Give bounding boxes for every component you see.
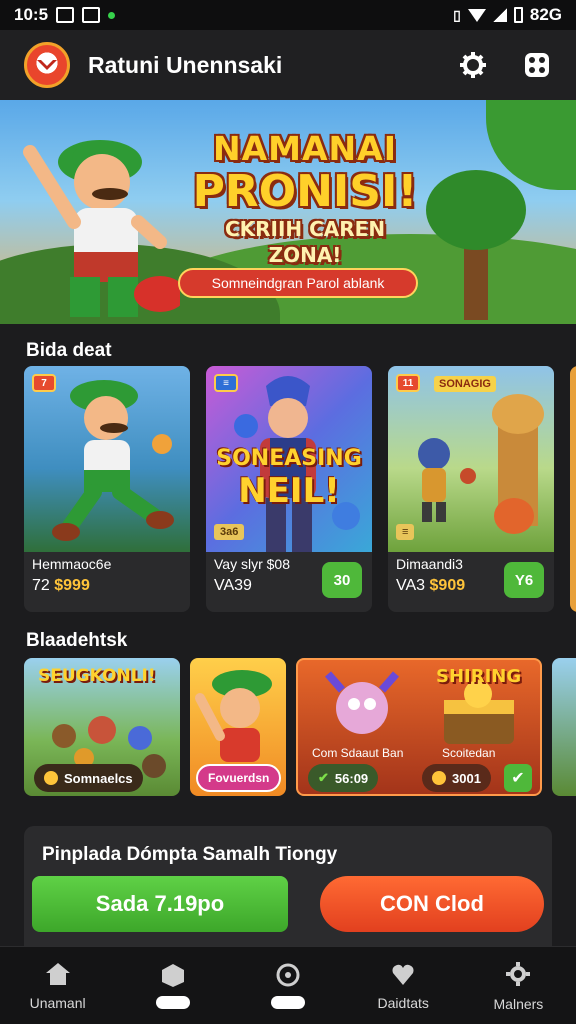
bundle-title: SEUGKONLI! xyxy=(38,666,156,686)
gamepad-icon[interactable] xyxy=(522,50,552,80)
hero-line-2: PRONISI! xyxy=(192,166,418,217)
deal-banner-line-2: NEIL! xyxy=(238,471,340,511)
app-icon xyxy=(82,7,101,23)
bundles-carousel[interactable]: SEUGKONLI! Somnaelcs Fovuerdsn SHIRING C… xyxy=(24,658,576,798)
deal-price: VA39 xyxy=(214,577,252,594)
vibrate-icon: ▯ xyxy=(453,6,461,23)
bundles-section-title: Blaadehtsk xyxy=(26,630,128,651)
deal-price: 72 $999 xyxy=(32,577,90,594)
hero-character-illustration xyxy=(52,380,174,541)
bundle-chip: 3001 xyxy=(422,764,491,792)
status-bar: 10:5 ▯ 82G xyxy=(0,0,576,30)
deals-section-title: Bida deat xyxy=(26,340,112,361)
hero-mascot-illustration xyxy=(23,140,180,317)
deal-badge: 3a6 xyxy=(214,524,245,540)
promo-secondary-button[interactable]: CON Clod xyxy=(320,876,544,932)
deal-banner: SONEASING NEIL! xyxy=(212,446,366,510)
deal-corner-label: SONAGIG xyxy=(434,376,496,392)
bundle-chip: Fovuerdsn xyxy=(196,764,282,792)
gear-icon xyxy=(506,961,531,986)
bundle-check-button[interactable]: ✔ xyxy=(504,764,532,792)
deal-tag: 11 xyxy=(396,374,420,392)
tab-label: Daidtats xyxy=(377,994,429,1011)
tab-explore[interactable] xyxy=(230,947,345,1024)
app-logo[interactable] xyxy=(24,42,70,88)
deal-card[interactable]: ≡ SONEASING NEIL! 3a6 Vay slyr $08 VA39 … xyxy=(206,366,372,612)
home-icon xyxy=(45,962,70,985)
bundle-card[interactable]: SHIRING Com Sdaaut Ban Scoitedan ✔ 56:09… xyxy=(296,658,542,796)
hero-line-1: NAMANAI xyxy=(213,129,397,168)
deal-price: VA3 $909 xyxy=(396,577,466,594)
deal-badge: ≡ xyxy=(396,524,415,540)
coin-icon xyxy=(432,771,446,785)
deal-tag: ≡ xyxy=(214,374,238,392)
bundle-chip: ✔ 56:09 xyxy=(308,764,379,792)
tab-settings[interactable]: Malners xyxy=(461,947,576,1024)
notification-dot-icon xyxy=(108,11,116,19)
deal-art: 7 xyxy=(24,366,190,552)
promo-panel: Pinplada Dómpta Samalh Tiongy Sada 7.19p… xyxy=(24,826,552,950)
deal-card[interactable]: 7 Hemmaoc6e 72 $999 xyxy=(24,366,190,612)
battery-icon xyxy=(513,7,523,23)
app-bar: Ratuni Unennsaki xyxy=(0,30,576,100)
compass-icon xyxy=(276,963,300,987)
bundle-card-peek[interactable] xyxy=(552,658,576,796)
promo-title: Pinplada Dómpta Samalh Tiongy xyxy=(42,844,338,865)
status-network: 82G xyxy=(529,5,562,24)
deal-card-peek[interactable] xyxy=(570,366,576,612)
deal-name: Vay slyr $08 xyxy=(214,556,290,572)
promo-primary-button[interactable]: Sada 7.19po xyxy=(32,876,288,932)
deals-carousel[interactable]: 7 Hemmaoc6e 72 $999 ≡ SONEASING NEIL! 3a… xyxy=(24,366,576,612)
deal-art: ≡ SONEASING NEIL! 3a6 xyxy=(206,366,372,552)
deal-buy-button[interactable]: Y6 xyxy=(504,562,544,598)
deal-buy-button[interactable]: 30 xyxy=(322,562,362,598)
deal-tag: 7 xyxy=(32,374,56,392)
deal-art: 11 SONAGIG ≡ xyxy=(388,366,554,552)
tab-store[interactable] xyxy=(115,947,230,1024)
image-icon xyxy=(56,7,75,23)
check-icon: ✔ xyxy=(318,770,329,785)
tab-home[interactable]: Unamanl xyxy=(0,947,115,1024)
tab-label: Malners xyxy=(493,995,544,1012)
status-time: 10:5 xyxy=(14,5,49,24)
hero-banner[interactable]: NAMANAI PRONISI! CKRIIH CAREN ZONA! Somn… xyxy=(0,100,576,324)
wifi-icon xyxy=(467,8,486,22)
cube-icon xyxy=(161,964,184,987)
coin-icon xyxy=(44,771,58,785)
heart-icon xyxy=(392,964,414,985)
hero-line-3: CKRIIH CAREN ZONA! xyxy=(224,217,386,267)
signal-icon xyxy=(492,8,507,22)
deal-card[interactable]: 11 SONAGIG ≡ Dimaandi3 VA3 $909 Y6 xyxy=(388,366,554,612)
bundle-right-label: Scoitedan xyxy=(442,746,496,760)
bundle-card[interactable]: Fovuerdsn xyxy=(190,658,286,796)
deal-name: Dimaandi3 xyxy=(396,556,463,572)
bundle-card[interactable]: SEUGKONLI! Somnaelcs xyxy=(24,658,180,796)
hero-cta-button[interactable]: Somneindgran Parol ablank xyxy=(178,268,418,298)
settings-icon[interactable] xyxy=(458,50,488,80)
bundle-left-label: Com Sdaaut Ban xyxy=(312,746,404,760)
deal-banner-line-1: SONEASING xyxy=(216,446,362,471)
tab-indicator xyxy=(155,996,190,1009)
bottom-tab-bar: Unamanl Daidtats Malners xyxy=(0,946,576,1024)
bundle-chip: Somnaelcs xyxy=(34,764,143,792)
app-title: Ratuni Unennsaki xyxy=(88,51,283,78)
tab-label: Unamanl xyxy=(29,994,86,1011)
deal-name: Hemmaoc6e xyxy=(32,556,112,572)
hero-headline: NAMANAI PRONISI! CKRIIH CAREN ZONA! xyxy=(190,130,420,268)
tab-wishlist[interactable]: Daidtats xyxy=(346,947,461,1024)
tab-indicator xyxy=(271,996,305,1009)
tree-canopy xyxy=(426,170,526,250)
tree-trunk xyxy=(464,240,488,320)
bundle-title: SHIRING xyxy=(436,666,522,687)
